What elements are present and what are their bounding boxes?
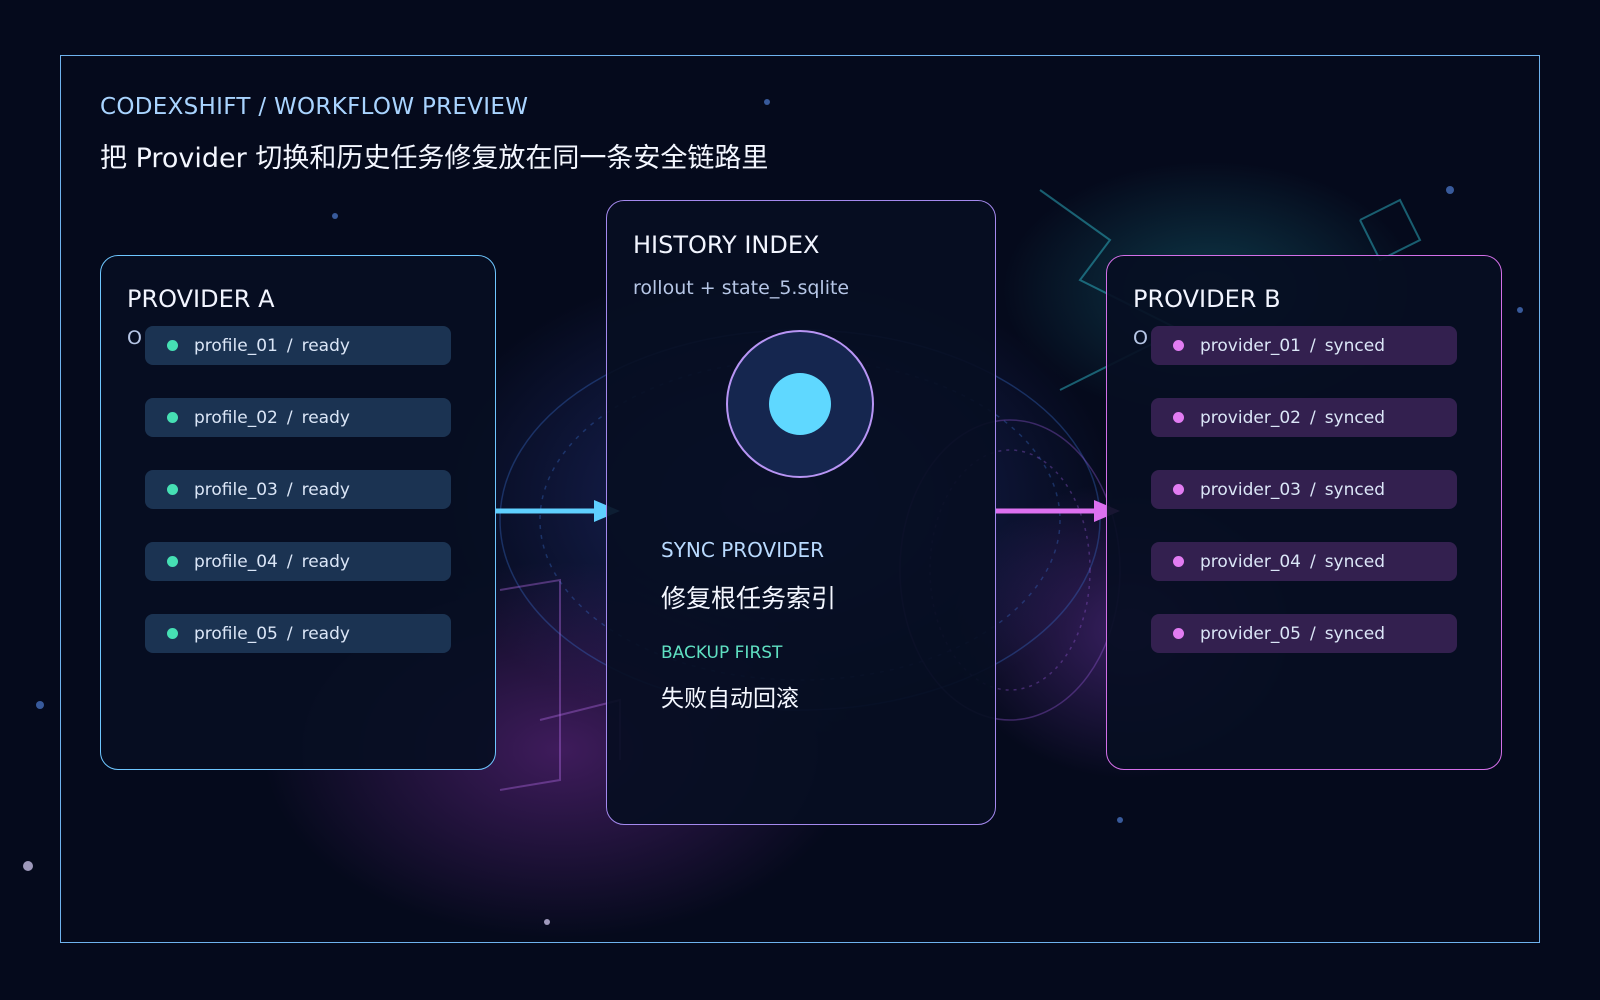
row-status: synced: [1324, 623, 1385, 644]
status-dot-icon: [1173, 628, 1184, 639]
provider-a-row[interactable]: profile_05 / ready: [145, 614, 451, 653]
row-name: provider_05: [1200, 623, 1301, 644]
row-separator: /: [1309, 407, 1316, 428]
provider-a-title: PROVIDER A: [127, 285, 275, 313]
backup-first-label: BACKUP FIRST: [661, 643, 783, 663]
backup-first-value: 失败自动回滚: [661, 686, 799, 712]
history-subtitle: rollout + state_5.sqlite: [633, 277, 850, 299]
provider-b-row[interactable]: provider_02 / synced: [1151, 398, 1457, 437]
row-name: provider_03: [1200, 479, 1301, 500]
provider-b-title: PROVIDER B: [1133, 285, 1281, 313]
row-status: ready: [301, 623, 350, 644]
status-dot-icon: [1173, 340, 1184, 351]
arrow-right-icon: [496, 500, 620, 522]
status-dot-icon: [1173, 556, 1184, 567]
status-dot-icon: [167, 340, 178, 351]
row-status: ready: [301, 551, 350, 572]
provider-a-card: PROVIDER A O profile_01 / ready profile_…: [100, 255, 496, 770]
row-status: ready: [301, 335, 350, 356]
status-dot-icon: [167, 484, 178, 495]
arrow-right-icon: [996, 500, 1120, 522]
status-dot-icon: [1173, 412, 1184, 423]
row-separator: /: [286, 407, 293, 428]
row-name: profile_05: [194, 623, 278, 644]
row-name: profile_04: [194, 551, 278, 572]
row-status: ready: [301, 407, 350, 428]
provider-b-row[interactable]: provider_01 / synced: [1151, 326, 1457, 365]
row-name: provider_01: [1200, 335, 1301, 356]
status-dot-icon: [167, 628, 178, 639]
sync-provider-label: SYNC PROVIDER: [661, 538, 825, 562]
status-dot-icon: [167, 412, 178, 423]
history-title: HISTORY INDEX: [633, 231, 820, 259]
row-status: synced: [1324, 407, 1385, 428]
row-name: provider_04: [1200, 551, 1301, 572]
row-separator: /: [1309, 479, 1316, 500]
provider-a-row[interactable]: profile_04 / ready: [145, 542, 451, 581]
provider-a-peek-text: O: [127, 327, 142, 349]
provider-b-row[interactable]: provider_03 / synced: [1151, 470, 1457, 509]
page-eyebrow: CODEXSHIFT / WORKFLOW PREVIEW: [100, 94, 529, 120]
row-separator: /: [286, 479, 293, 500]
provider-a-row[interactable]: profile_01 / ready: [145, 326, 451, 365]
row-status: synced: [1324, 479, 1385, 500]
row-status: synced: [1324, 335, 1385, 356]
provider-a-row[interactable]: profile_02 / ready: [145, 398, 451, 437]
row-separator: /: [1309, 623, 1316, 644]
history-index-card: HISTORY INDEX rollout + state_5.sqlite S…: [606, 200, 996, 825]
row-name: profile_02: [194, 407, 278, 428]
provider-b-row[interactable]: provider_04 / synced: [1151, 542, 1457, 581]
provider-b-card: PROVIDER B O provider_01 / synced provid…: [1106, 255, 1502, 770]
sync-orb-icon: [726, 330, 874, 478]
provider-b-peek-text: O: [1133, 327, 1148, 349]
row-status: synced: [1324, 551, 1385, 572]
row-name: profile_03: [194, 479, 278, 500]
row-separator: /: [286, 551, 293, 572]
status-dot-icon: [167, 556, 178, 567]
row-name: profile_01: [194, 335, 278, 356]
row-separator: /: [286, 623, 293, 644]
status-dot-icon: [1173, 484, 1184, 495]
row-separator: /: [1309, 551, 1316, 572]
sync-provider-value: 修复根任务索引: [661, 584, 837, 613]
row-status: ready: [301, 479, 350, 500]
row-name: provider_02: [1200, 407, 1301, 428]
page-headline: 把 Provider 切换和历史任务修复放在同一条安全链路里: [100, 143, 769, 174]
provider-a-row[interactable]: profile_03 / ready: [145, 470, 451, 509]
row-separator: /: [1309, 335, 1316, 356]
row-separator: /: [286, 335, 293, 356]
provider-b-row[interactable]: provider_05 / synced: [1151, 614, 1457, 653]
